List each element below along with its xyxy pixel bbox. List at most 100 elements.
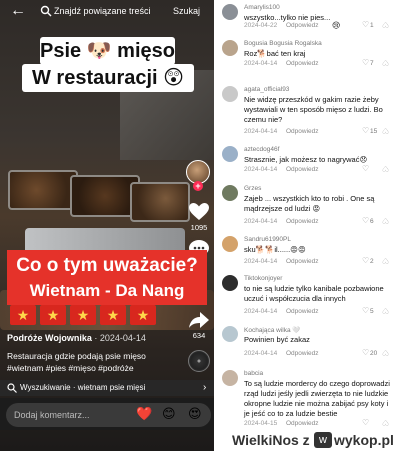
commenter-avatar[interactable] (222, 4, 238, 20)
dislike-heart-icon[interactable]: ♡ (382, 58, 389, 67)
reply-button[interactable]: Odpowiedz (286, 308, 319, 315)
dislike-heart-icon[interactable]: ♡ (382, 126, 389, 135)
music-disc-icon[interactable] (188, 350, 210, 372)
like-count: 20 (370, 350, 378, 357)
heart-eyes-emoji-button[interactable]: 😍 (188, 406, 202, 422)
like-count: 15 (370, 128, 378, 135)
comment-text: to nie są ludzie tylko kanibale pozbawio… (244, 284, 384, 303)
commenter-name[interactable]: Tiktokonjoyer (244, 275, 282, 282)
wykop-logo-icon: w (314, 432, 332, 448)
heart-icon[interactable] (188, 202, 210, 222)
food-tray (130, 182, 190, 222)
comment-date: 2024-04-22 (244, 22, 278, 29)
likes-count: 1095 (190, 223, 208, 232)
comment-date: 2024-04-14 (244, 218, 278, 225)
like-count: 5 (370, 308, 374, 315)
like-heart-icon[interactable]: ♡ (362, 20, 369, 29)
reply-button[interactable]: Odpowiedz (286, 22, 319, 29)
dislike-heart-icon[interactable]: ♡ (382, 348, 389, 357)
heart-emoji-button[interactable]: ❤️ (136, 406, 152, 422)
dislike-heart-icon[interactable]: ♡ (382, 164, 389, 173)
like-count: 2 (370, 258, 374, 265)
commenter-avatar[interactable] (222, 236, 238, 252)
follow-plus-icon[interactable]: + (193, 181, 203, 191)
video-caption-line-2: W restauracji 😲 (22, 64, 194, 92)
related-search-bar[interactable]: Wyszukiwanie · wietnam psie mięsi › (0, 380, 214, 396)
comment-text: Roz🐕bać ten kraj (244, 49, 306, 58)
like-heart-icon[interactable]: ♡ (362, 418, 369, 427)
commenter-name[interactable]: agata_official93 (244, 86, 289, 93)
commenter-name[interactable]: babcia (244, 370, 263, 377)
reply-button[interactable]: Odpowiedz (286, 420, 319, 427)
watermark: WielkiNos z (232, 432, 310, 448)
video-author[interactable]: Podróże Wojownika · 2024-04-14 (7, 333, 146, 343)
like-count: 6 (370, 218, 374, 225)
commenter-avatar[interactable] (222, 185, 238, 201)
like-heart-icon[interactable]: ♡ (362, 126, 369, 135)
like-heart-icon[interactable]: ♡ (362, 216, 369, 225)
comment-date: 2024-04-14 (244, 350, 278, 357)
commenter-name[interactable]: Bogusia Bogusia Rogalska (244, 40, 322, 47)
banner-line-1: Co o tym uważacie? (16, 255, 198, 276)
commenter-avatar[interactable] (222, 326, 238, 342)
commenter-name[interactable]: Grzes (244, 185, 261, 192)
share-arrow-icon[interactable] (188, 310, 210, 330)
like-count: 7 (370, 60, 374, 67)
comment-text: Powinien być zakaz (244, 335, 310, 344)
video-description: Restauracja gdzie podają psie mięso #wie… (7, 351, 146, 373)
search-icon (40, 5, 52, 17)
dislike-heart-icon[interactable]: ♡ (382, 256, 389, 265)
dislike-heart-icon[interactable]: ♡ (382, 20, 389, 29)
reply-button[interactable]: Odpowiedz (286, 218, 319, 225)
like-heart-icon[interactable]: ♡ (362, 58, 369, 67)
commenter-avatar[interactable] (222, 40, 238, 56)
reply-button[interactable]: Odpowiedz (286, 60, 319, 67)
reply-button[interactable]: Odpowiedz (286, 166, 319, 173)
comment-date: 2024-04-15 (244, 420, 278, 427)
food-tray (8, 170, 78, 210)
shares-count: 634 (192, 331, 206, 340)
reaction-emoji: 😢 (332, 21, 341, 30)
commenter-name[interactable]: Amarylis100 (244, 4, 280, 11)
like-heart-icon[interactable]: ♡ (362, 256, 369, 265)
dislike-heart-icon[interactable]: ♡ (382, 216, 389, 225)
back-arrow-icon[interactable]: ← (10, 3, 26, 19)
commenter-name[interactable]: Kochająca wilka 🤍 (244, 326, 301, 334)
comment-text: Nie widzę przeszkód w gakim razie żeby w… (244, 95, 383, 124)
commenter-avatar[interactable] (222, 275, 238, 291)
comment-bar: Dodaj komentarz... ❤️ 😊 😍 (0, 398, 214, 430)
search-button[interactable]: Szukaj (173, 6, 200, 16)
author-name[interactable]: Podróże Wojownika (7, 333, 92, 343)
vietnam-flag-icon: ★ (70, 305, 96, 325)
like-heart-icon[interactable]: ♡ (362, 164, 369, 173)
video-player[interactable]: ← Znajdź powiązane treści Szukaj Psie 🐶 … (0, 0, 214, 451)
like-heart-icon[interactable]: ♡ (362, 348, 369, 357)
like-heart-icon[interactable]: ♡ (362, 306, 369, 315)
red-caption-banner: Co o tym uważacie? Wietnam - Da Nang (7, 250, 207, 305)
reply-button[interactable]: Odpowiedz (286, 128, 319, 135)
dislike-heart-icon[interactable]: ♡ (382, 306, 389, 315)
comment-text: Strasznie, jak możesz to nagrywać😞 (244, 155, 368, 164)
comment-date: 2024-04-14 (244, 258, 278, 265)
commenter-name[interactable]: Sandru61990PL (244, 236, 291, 243)
related-search-text[interactable]: Wyszukiwanie · wietnam psie mięsi (20, 383, 145, 392)
reply-button[interactable]: Odpowiedz (286, 350, 319, 357)
commenter-name[interactable]: aztecdog46f (244, 146, 279, 153)
smile-emoji-button[interactable]: 😊 (162, 406, 176, 422)
search-input[interactable]: Znajdź powiązane treści (54, 6, 151, 16)
like-count: 1 (370, 22, 374, 29)
vietnam-flags-row: ★ ★ ★ ★ ★ (10, 305, 156, 325)
commenter-avatar[interactable] (222, 370, 238, 386)
post-date: · 2024-04-14 (94, 333, 146, 343)
reply-button[interactable]: Odpowiedz (286, 258, 319, 265)
video-topbar: ← Znajdź powiązane treści Szukaj (0, 0, 214, 24)
watermark-user: WielkiNos z (232, 432, 310, 448)
video-caption-line-1: Psie 🐶 mięso (40, 37, 175, 65)
commenter-avatar[interactable] (222, 86, 238, 102)
dislike-heart-icon[interactable]: ♡ (382, 418, 389, 427)
commenter-avatar[interactable] (222, 146, 238, 162)
chevron-right-icon: › (203, 382, 207, 393)
vietnam-flag-icon: ★ (130, 305, 156, 325)
comment-date: 2024-04-14 (244, 308, 278, 315)
comment-placeholder[interactable]: Dodaj komentarz... (14, 410, 90, 420)
